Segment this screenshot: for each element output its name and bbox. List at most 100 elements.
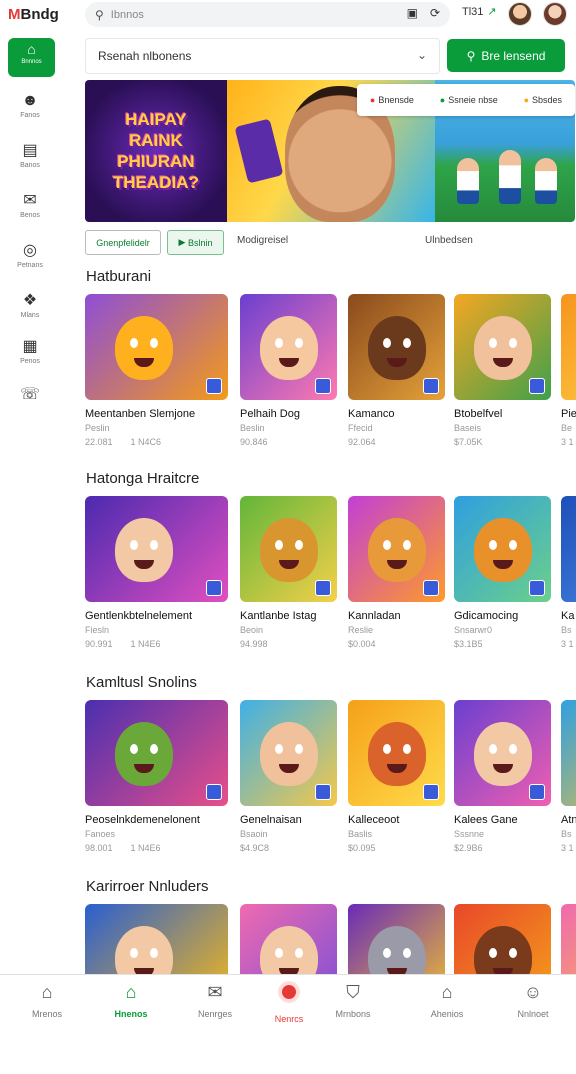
nav-item-chat[interactable]: ✉ Nenrges [180, 981, 250, 1019]
app-badge-icon [315, 378, 331, 394]
game-card[interactable]: Kalees Gane Sssnne $2.9B6 [454, 700, 551, 853]
game-subtitle: Baseis [454, 423, 482, 433]
nav-item-bell[interactable]: ⌂ Ahenios [412, 981, 482, 1019]
chip-label: Gnenpfelidelr [96, 237, 150, 248]
game-meta: 3 1 [561, 639, 576, 649]
game-row: Gentlenkbtelnelement Fiesln 90.991 1 N4E6 Ka… [85, 496, 576, 666]
game-thumbnail[interactable] [348, 496, 445, 602]
game-card[interactable]: Pie Be 3 1 [561, 294, 576, 447]
game-card[interactable]: Gentlenkbtelnelement Fiesln 90.991 1 N4E6 [85, 496, 228, 649]
game-rating: 22.081 [85, 437, 113, 447]
game-card[interactable]: Btobelfvel Baseis $7.05K [454, 294, 551, 447]
sidebar-item-profile[interactable]: ☻ Fanos [8, 92, 52, 119]
sidebar-item-list[interactable]: ▤ Banos [8, 142, 52, 169]
banner-title-line: THEADIA? [113, 173, 199, 192]
banner-title-line: HAIPAY [125, 110, 187, 129]
game-card[interactable]: Peoselnkdemenelonent Fanoes 98.001 1 N4E6 [85, 700, 228, 853]
banner-title-art: HAIPAY RAINK PHIURAN THEADIA? [85, 80, 227, 222]
primary-action-button[interactable]: ⚲ Bre lensend [447, 39, 565, 72]
game-card[interactable]: Gdicamocing Snsarwr0 $3.1B5 [454, 496, 551, 649]
section-title[interactable]: Hatonga Hraitcre [86, 470, 199, 487]
game-card[interactable]: Kantlanbe Istag Beoin 94.998 [240, 496, 337, 649]
sidebar-item-chat[interactable]: ✉ Benos [8, 192, 52, 219]
tablet-icon[interactable]: ▣ [407, 6, 418, 20]
nav-item-shield[interactable]: ⛉ Mrnbons [318, 981, 388, 1019]
top-bar: MBndg ⚲ Ibnnos ▣ ⟳ Tl31 ↗ [0, 0, 576, 30]
game-thumbnail[interactable] [348, 294, 445, 400]
sidebar-item-puzzle[interactable]: ❖ Mlans [8, 292, 52, 319]
game-card[interactable]: Kannladan Reslie $0.004 [348, 496, 445, 649]
game-card[interactable]: Meentanben Slemjone Peslin 22.081 1 N4C6 [85, 294, 228, 447]
chat-icon: ✉ [23, 192, 37, 209]
filter-chips: Gnenpfelidelr ▶ Bslnin Modigreisel Ulnbe… [85, 230, 575, 256]
game-thumbnail[interactable] [348, 700, 445, 806]
home-icon: ⌂ [27, 41, 36, 57]
chip-text[interactable]: Ulnbedsen [425, 235, 473, 246]
section-title[interactable]: Karirroer Nnluders [86, 878, 209, 895]
app-logo[interactable]: MBndg [8, 6, 59, 23]
game-size: 1 N4C6 [130, 437, 162, 447]
game-rating: $7.05K [454, 437, 483, 447]
banner-tag[interactable]: ● Sbsdes [524, 95, 562, 105]
search-input[interactable]: ⚲ Ibnnos ▣ ⟳ [85, 2, 450, 27]
game-thumbnail[interactable] [240, 700, 337, 806]
game-thumbnail[interactable] [454, 700, 551, 806]
game-subtitle: Sssnne [454, 829, 485, 839]
chip-filter-active[interactable]: ▶ Bslnin [167, 230, 224, 255]
category-select[interactable]: Rsenah nlbonens ⌄ [85, 38, 440, 74]
game-subtitle: Ffecid [348, 423, 373, 433]
game-thumbnail[interactable] [561, 496, 576, 602]
game-thumbnail[interactable] [85, 294, 228, 400]
nav-item-store[interactable]: ⌂ Hnenos [96, 981, 166, 1019]
nav-item-record[interactable]: Nenrcs [254, 981, 324, 1024]
game-card[interactable]: Genelnaisan Bsaoin $4.9C8 [240, 700, 337, 853]
app-badge-icon [529, 784, 545, 800]
game-character [474, 518, 532, 582]
banner-tag-label: Ssneie nbse [448, 95, 498, 105]
banner-tag[interactable]: ● Bnensde [370, 95, 414, 105]
sidebar-item-calendar[interactable]: ▦ Penos [8, 338, 52, 365]
game-card[interactable]: Kamanco Ffecid 92.064 [348, 294, 445, 447]
game-meta: 98.001 1 N4E6 [85, 843, 228, 853]
avatar-secondary[interactable] [543, 2, 567, 26]
logo-mark: M [8, 6, 21, 23]
section-title[interactable]: Hatburani [86, 268, 151, 285]
game-title: Peoselnkdemenelonent [85, 814, 200, 826]
avatar[interactable] [508, 2, 532, 26]
game-meta: $0.004 [348, 639, 445, 649]
game-card[interactable]: Ka Bs 3 1 [561, 496, 576, 649]
sidebar-item-label: Mlans [20, 312, 40, 319]
game-meta: $0.095 [348, 843, 445, 853]
game-card[interactable]: Kalleceoot Baslis $0.095 [348, 700, 445, 853]
game-thumbnail[interactable] [454, 294, 551, 400]
sidebar-item-label: Fanos [20, 112, 40, 119]
puzzle-icon: ❖ [22, 292, 38, 309]
chip-filter[interactable]: Gnenpfelidelr [85, 230, 161, 255]
game-rating: 94.998 [240, 639, 268, 649]
game-card[interactable]: Atn Bs 3 1 [561, 700, 576, 853]
category-select-value: Rsenah nlbonens [98, 49, 192, 63]
banner-tag-label: Bnensde [378, 95, 414, 105]
nav-item-profile[interactable]: ☺ Nnlnoet [498, 981, 568, 1019]
refresh-icon[interactable]: ⟳ [430, 6, 440, 20]
game-thumbnail[interactable] [240, 294, 337, 400]
chip-text[interactable]: Modigreisel [237, 235, 288, 246]
game-thumbnail[interactable] [454, 496, 551, 602]
sidebar-item-support[interactable]: ☏ [8, 386, 52, 404]
sidebar-item-target[interactable]: ◎ Petnans [8, 242, 52, 269]
game-thumbnail[interactable] [561, 294, 576, 400]
tag-dot-icon: ● [439, 95, 446, 105]
game-thumbnail[interactable] [240, 496, 337, 602]
game-thumbnail[interactable] [561, 700, 576, 806]
sidebar-item-home[interactable]: ⌂ Bnnnos [8, 38, 55, 77]
bell-icon: ⌂ [441, 982, 453, 1002]
banner-tag[interactable]: ● Ssneie nbse [440, 95, 498, 105]
game-thumbnail[interactable] [85, 496, 228, 602]
game-title: Kamanco [348, 408, 395, 420]
nav-item-home[interactable]: ⌂ Mrenos [12, 981, 82, 1019]
game-thumbnail[interactable] [85, 700, 228, 806]
game-card[interactable]: Pelhaih Dog Beslin 90.846 [240, 294, 337, 447]
nav-item-label: Nenrges [197, 1009, 233, 1019]
section-title[interactable]: Kamltusl Snolins [86, 674, 197, 691]
search-icon: ⚲ [95, 7, 104, 22]
